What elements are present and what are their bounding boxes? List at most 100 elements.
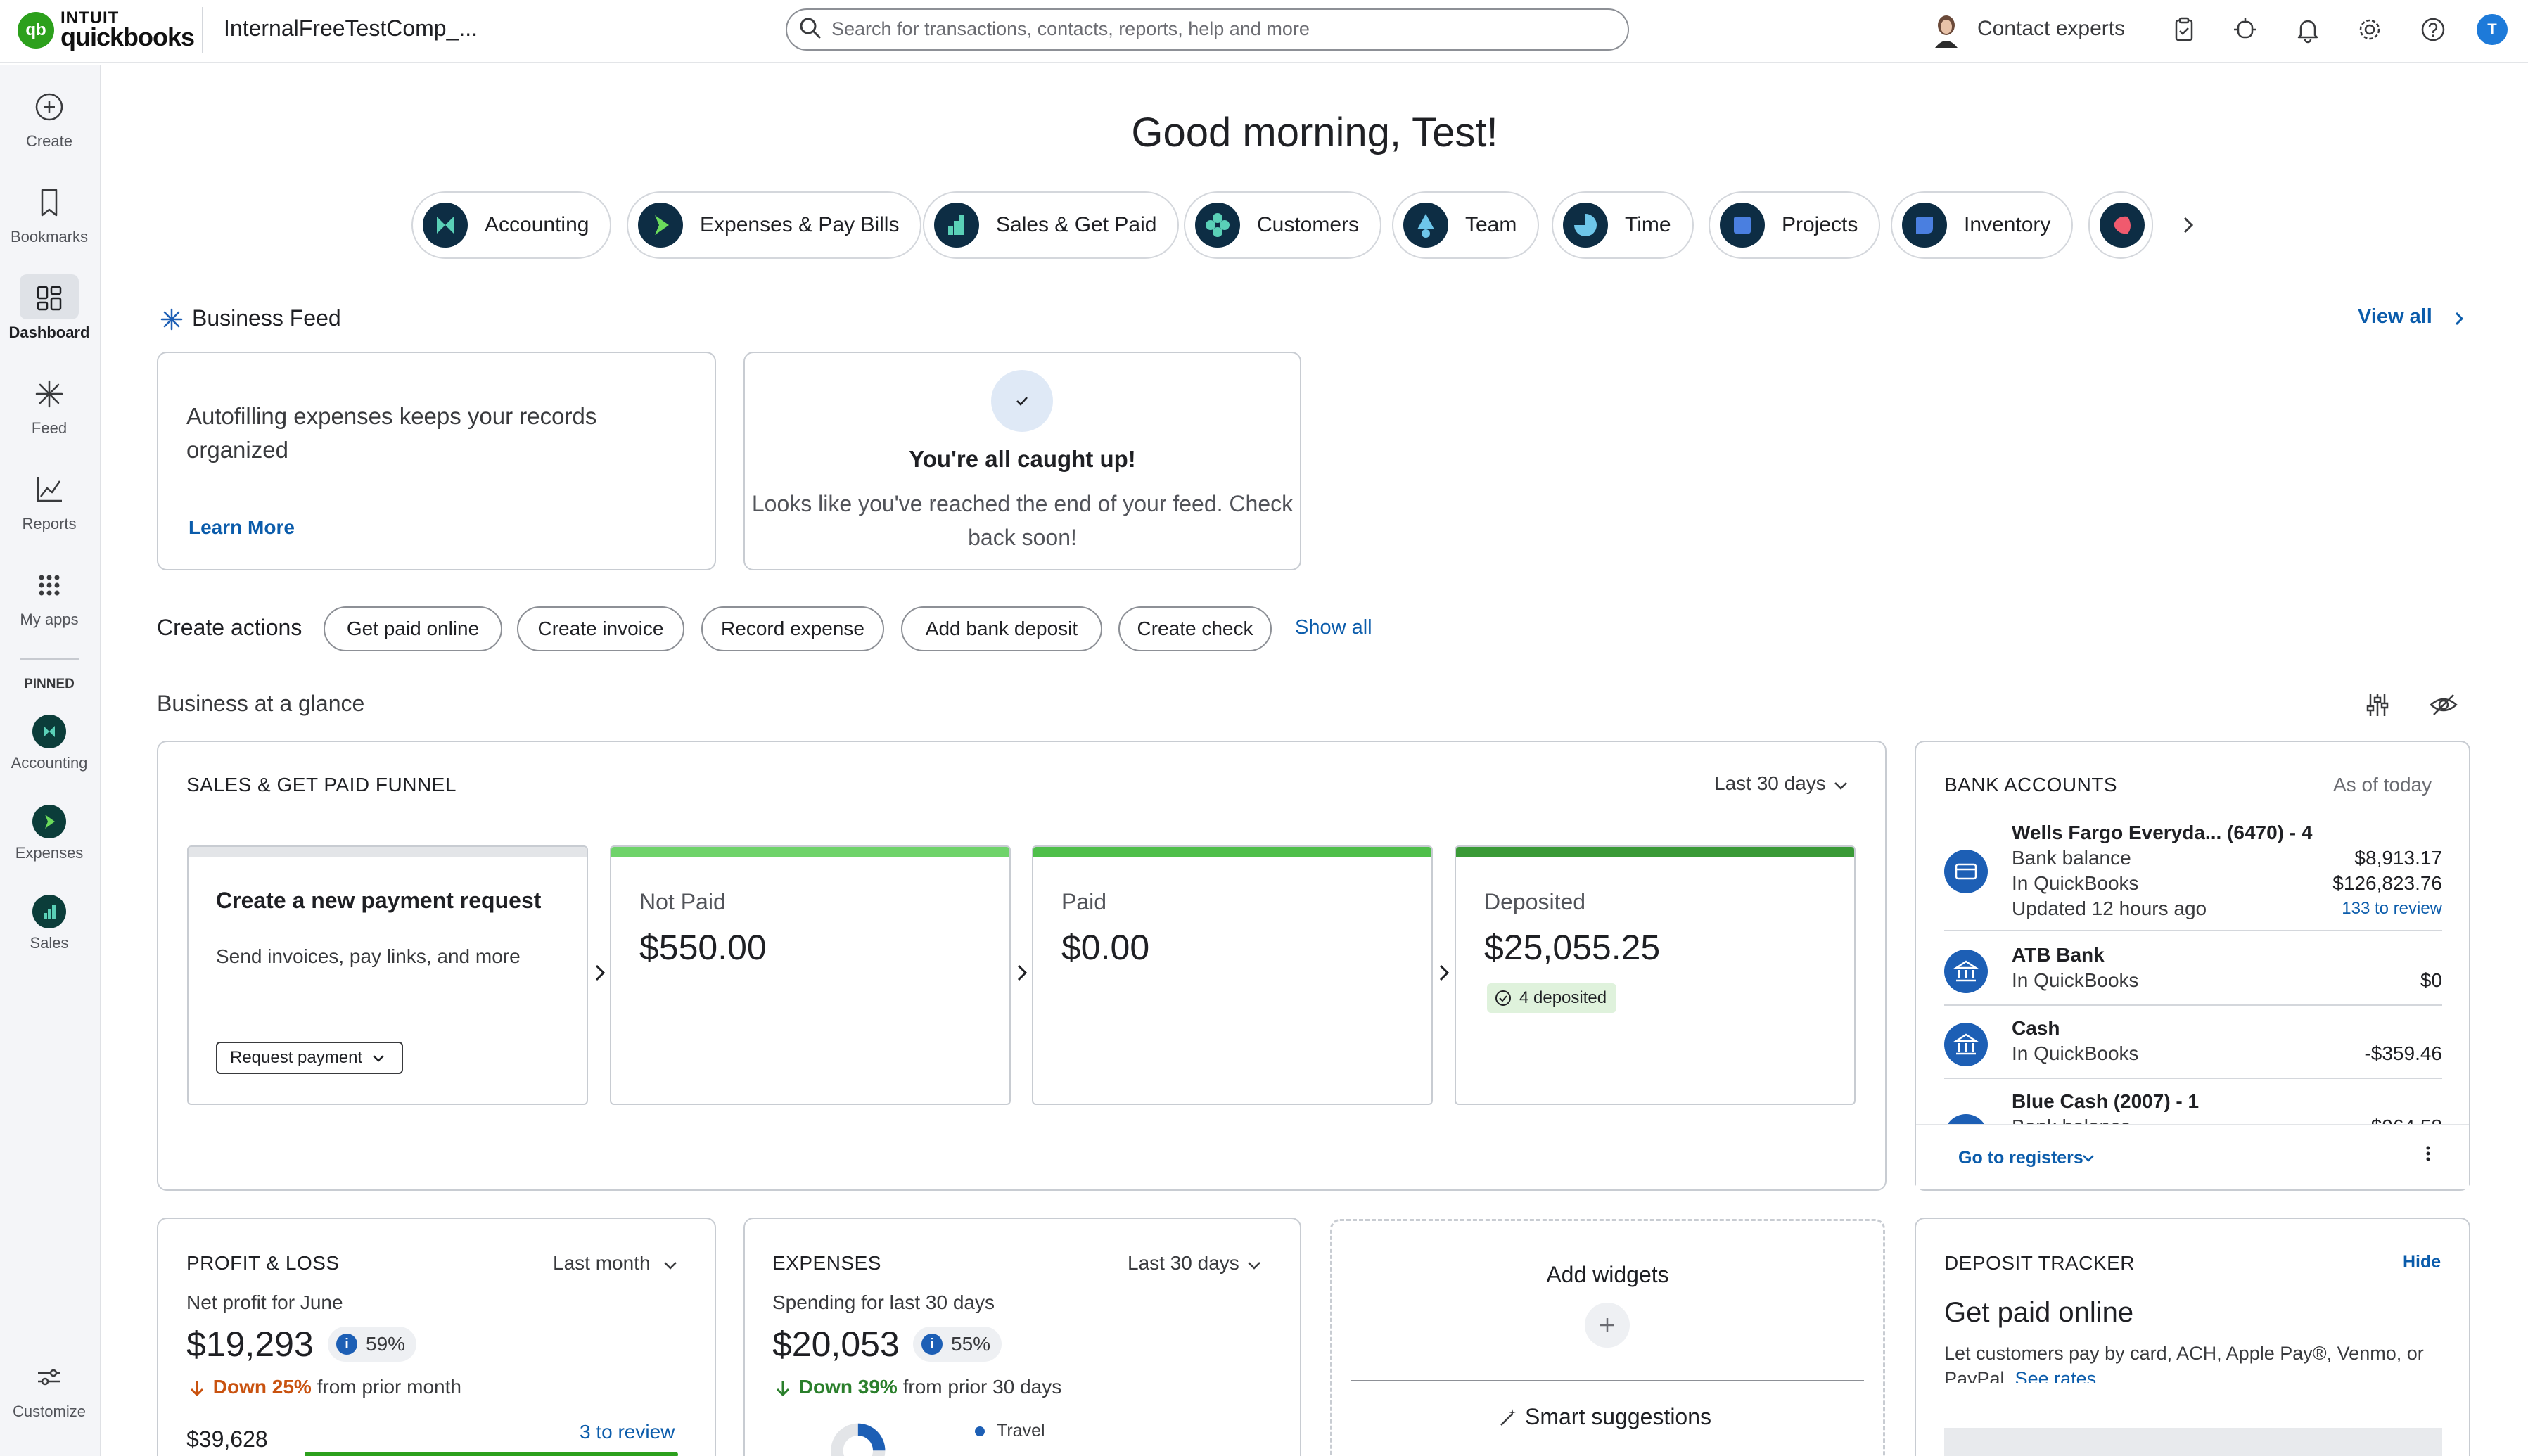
pinned-item-expenses[interactable]: Expenses: [0, 805, 98, 862]
category-projects[interactable]: Projects: [1709, 191, 1881, 259]
see-rates-link[interactable]: See rates: [2015, 1368, 2097, 1383]
funnel-period-dropdown[interactable]: Last 30 days: [1714, 772, 1826, 795]
category-accounting[interactable]: Accounting: [411, 191, 612, 259]
category-label: Accounting: [485, 213, 589, 236]
bank-account-row[interactable]: ATB Bank In QuickBooks $0: [1944, 944, 2442, 1000]
stage-amount: $25,055.25: [1484, 928, 1661, 967]
projects-icon: [1720, 203, 1765, 248]
stage-label: Paid: [1061, 889, 1107, 914]
company-name[interactable]: InternalFreeTestComp_...: [224, 15, 478, 41]
bank-building-icon: [1944, 1023, 1988, 1066]
bank-account-row[interactable]: Cash In QuickBooks -$359.46: [1944, 1017, 2442, 1073]
request-payment-button[interactable]: Request payment: [216, 1042, 403, 1074]
search-placeholder: Search for transactions, contacts, repor…: [831, 18, 1310, 39]
feed-card-text: Autofilling expenses keeps your records …: [186, 403, 597, 463]
category-label: Expenses & Pay Bills: [700, 213, 900, 236]
pinned-item-label: Sales: [30, 934, 69, 952]
pinned-item-sales[interactable]: Sales: [0, 895, 98, 952]
category-team[interactable]: Team: [1392, 191, 1540, 259]
bank-account-row[interactable]: Wells Fargo Everyda... (6470) - 4 Bank b…: [1944, 820, 2442, 926]
category-sales-get-paid[interactable]: Sales & Get Paid: [923, 191, 1180, 259]
sidebar-item-label: Feed: [31, 419, 68, 437]
to-review-link[interactable]: 3 to review: [580, 1421, 675, 1443]
show-all-link[interactable]: Show all: [1295, 616, 1372, 639]
add-widget-button[interactable]: [1585, 1303, 1630, 1348]
funnel-stage-paid[interactable]: [1032, 845, 1433, 1105]
arrow-down-icon: [772, 1378, 793, 1399]
top-bar: qb INTUIT quickbooks InternalFreeTestCom…: [0, 0, 2528, 63]
create-invoice-button[interactable]: Create invoice: [517, 606, 684, 651]
chevron-down-icon[interactable]: [1245, 1256, 1263, 1275]
category-partial[interactable]: [2088, 191, 2153, 259]
hide-eye-icon[interactable]: [2427, 688, 2460, 722]
chevron-right-icon[interactable]: [2176, 212, 2201, 238]
hide-link[interactable]: Hide: [2403, 1252, 2441, 1272]
category-label: Team: [1465, 213, 1517, 236]
sidebar-customize[interactable]: Customize: [0, 1358, 98, 1421]
record-expense-button[interactable]: Record expense: [701, 606, 884, 651]
contact-experts-button[interactable]: Contact experts: [1977, 17, 2125, 41]
notifications-bell-icon[interactable]: [2292, 14, 2323, 45]
adjust-sliders-icon[interactable]: [2361, 688, 2394, 722]
clipboard-icon[interactable]: [2169, 14, 2200, 45]
chevron-down-icon[interactable]: [1832, 777, 1850, 795]
user-avatar[interactable]: T: [2477, 14, 2508, 45]
bank-line: In QuickBooks: [2012, 1042, 2139, 1064]
sidebar-item-label: Reports: [22, 515, 77, 532]
chevron-right-icon: [1011, 961, 1033, 985]
view-all-link[interactable]: View all: [2358, 305, 2432, 328]
chevron-down-icon[interactable]: [2080, 1149, 2097, 1166]
go-to-registers-link[interactable]: Go to registers: [1958, 1148, 2083, 1168]
expenses-period-dropdown[interactable]: Last 30 days: [1128, 1252, 1239, 1275]
sidebar-item-reports[interactable]: Reports: [0, 470, 98, 533]
income-bar: [305, 1452, 678, 1456]
stage-amount: $550.00: [639, 928, 767, 967]
business-at-a-glance-title: Business at a glance: [157, 691, 365, 716]
sidebar-item-my-apps[interactable]: My apps: [0, 566, 98, 629]
deposited-count: 4 deposited: [1519, 988, 1607, 1007]
more-vertical-icon[interactable]: [2422, 1141, 2434, 1166]
team-icon: [1403, 203, 1448, 248]
to-review-link[interactable]: 133 to review: [2342, 899, 2442, 919]
quickbooks-logo-icon[interactable]: qb: [18, 12, 54, 49]
profit-loss-period-dropdown[interactable]: Last month: [553, 1252, 651, 1275]
add-bank-deposit-button[interactable]: Add bank deposit: [901, 606, 1102, 651]
sales-icon: [934, 203, 979, 248]
funnel-stage-deposited[interactable]: [1455, 845, 1856, 1105]
divider: [1944, 1004, 2442, 1006]
create-payment-title: Create a new payment request: [216, 888, 542, 913]
category-time[interactable]: Time: [1552, 191, 1694, 259]
get-paid-online-button[interactable]: Get paid online: [324, 606, 502, 651]
funnel-stage-not-paid[interactable]: [610, 845, 1011, 1105]
profit-change-value: Down 25%: [212, 1376, 312, 1398]
profit-loss-title: PROFIT & LOSS: [186, 1252, 340, 1274]
net-profit-amount: $19,293: [186, 1324, 314, 1364]
stage-bar: [611, 847, 1009, 857]
pinned-item-accounting[interactable]: Accounting: [0, 715, 98, 772]
sidebar-item-bookmarks[interactable]: Bookmarks: [0, 183, 98, 246]
ai-assist-icon[interactable]: [2230, 14, 2261, 45]
chevron-right-icon[interactable]: [2449, 308, 2470, 329]
settings-gear-icon[interactable]: [2354, 14, 2385, 45]
sidebar-item-create[interactable]: Create: [0, 87, 98, 151]
category-customers[interactable]: Customers: [1184, 191, 1382, 259]
learn-more-link[interactable]: Learn More: [189, 516, 295, 539]
expenses-percent-badge: i 55%: [913, 1327, 1002, 1362]
sidebar-item-feed[interactable]: Feed: [0, 374, 98, 438]
help-icon[interactable]: [2418, 14, 2449, 45]
deposit-tracker-title: DEPOSIT TRACKER: [1944, 1252, 2135, 1274]
info-icon: i: [336, 1334, 357, 1355]
bank-line: In QuickBooks: [2012, 872, 2139, 894]
magic-wand-icon: [1497, 1407, 1519, 1429]
category-inventory[interactable]: Inventory: [1891, 191, 2074, 259]
stage-label: Deposited: [1484, 889, 1586, 914]
category-expenses-pay-bills[interactable]: Expenses & Pay Bills: [627, 191, 922, 259]
bank-line: In QuickBooks: [2012, 969, 2139, 991]
dashboard-icon: [30, 279, 69, 318]
chevron-down-icon[interactable]: [661, 1256, 679, 1275]
sidebar-item-dashboard[interactable]: Dashboard: [0, 279, 98, 342]
bank-as-of: As of today: [2333, 774, 2432, 796]
create-check-button[interactable]: Create check: [1118, 606, 1272, 651]
greeting-heading: Good morning, Test!: [1131, 110, 1498, 155]
accounting-icon: [423, 203, 468, 248]
